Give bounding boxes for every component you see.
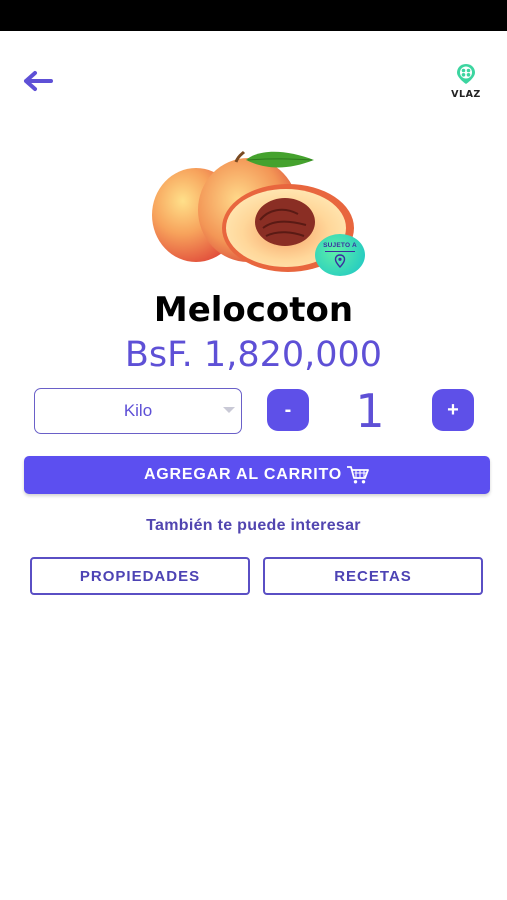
decrease-quantity-button[interactable]: - [267, 389, 309, 431]
suggestions-heading: También te puede interesar [146, 517, 361, 534]
shopping-cart-icon [346, 465, 370, 485]
app-logo: VLAZ [444, 62, 488, 104]
product-price: BsF. 1,820,000 [124, 335, 383, 375]
unit-select[interactable]: Kilo [34, 388, 242, 434]
add-to-cart-button[interactable]: AGREGAR AL CARRITO [24, 456, 490, 494]
map-pin-icon [334, 254, 346, 268]
location-pin-logo-icon [457, 64, 475, 84]
peach-image: SUJETO A [148, 150, 370, 280]
back-button[interactable] [20, 66, 56, 96]
quantity-value: 1 [355, 384, 385, 438]
recipes-button[interactable]: RECETAS [263, 557, 483, 595]
increase-quantity-button[interactable]: + [432, 389, 474, 431]
properties-button[interactable]: PROPIEDADES [30, 557, 250, 595]
logo-text: VLAZ [451, 89, 481, 100]
status-bar [0, 0, 507, 31]
availability-badge: SUJETO A [315, 234, 365, 276]
product-name: Melocoton [153, 290, 354, 330]
add-to-cart-label: AGREGAR AL CARRITO [143, 466, 343, 483]
unit-select-value: Kilo [123, 401, 153, 420]
arrow-left-icon [24, 71, 53, 91]
badge-text: SUJETO A [323, 242, 357, 249]
chevron-down-icon [223, 407, 235, 413]
